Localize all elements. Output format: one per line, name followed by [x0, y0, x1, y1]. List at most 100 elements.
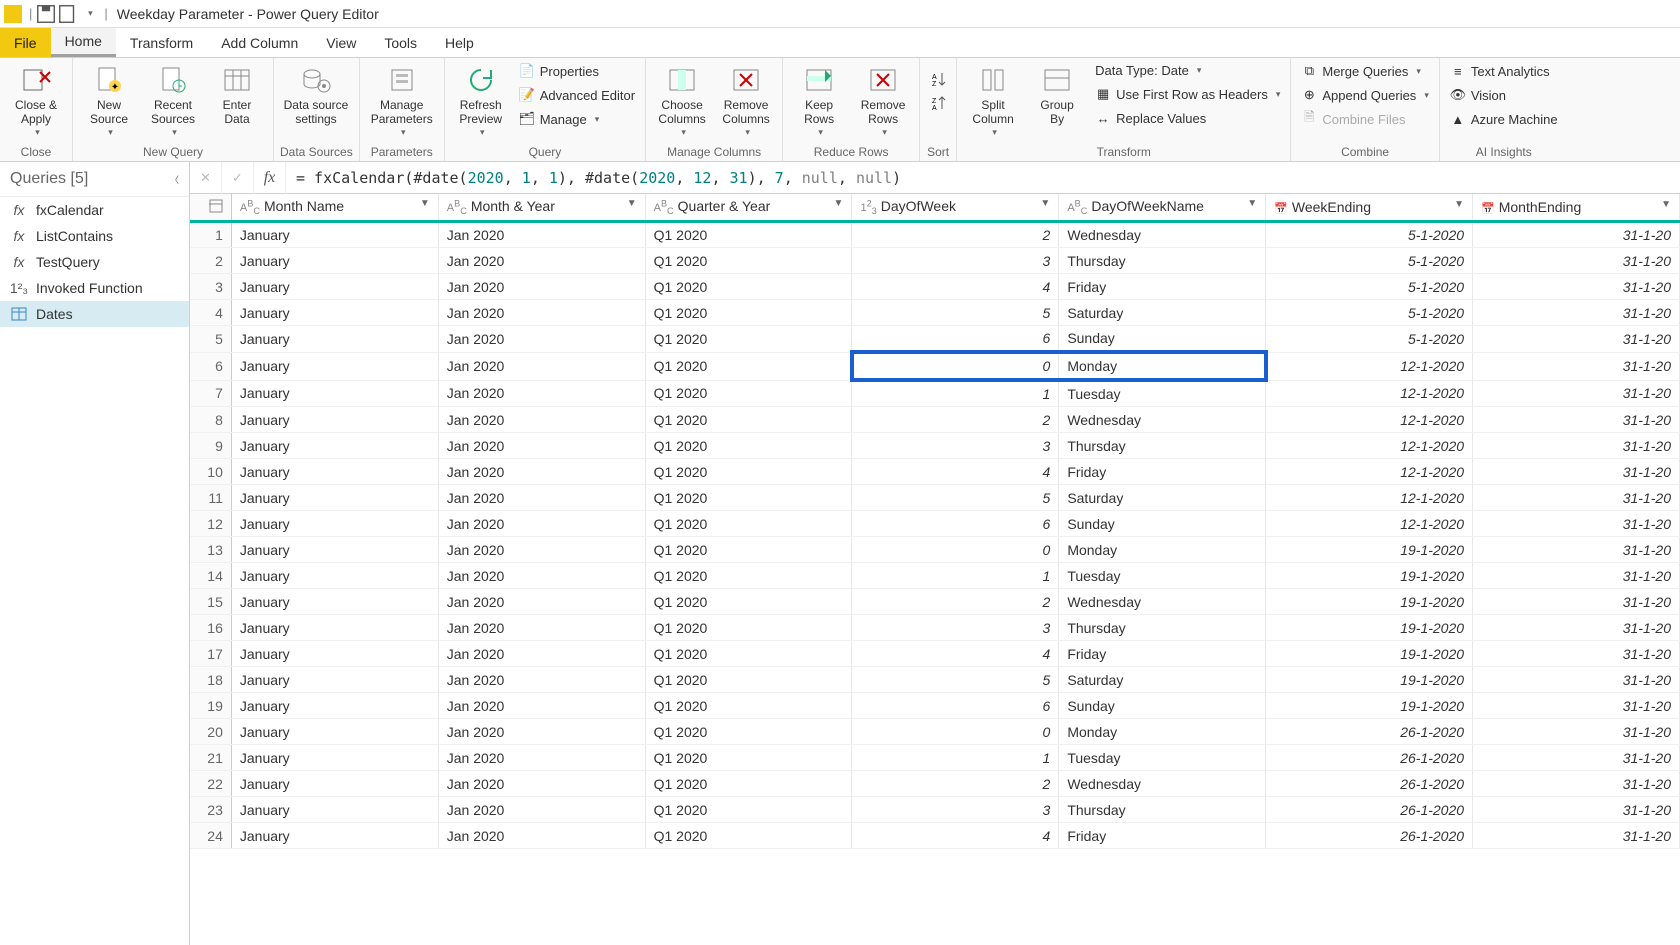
cell[interactable]: January	[231, 326, 438, 353]
cell[interactable]: 31-1-20	[1473, 693, 1680, 719]
cell[interactable]: 12-1-2020	[1266, 433, 1473, 459]
table-row[interactable]: 9JanuaryJan 2020Q1 20203Thursday12-1-202…	[190, 433, 1680, 459]
cell[interactable]: 4	[852, 459, 1059, 485]
cell[interactable]: 31-1-20	[1473, 459, 1680, 485]
cell[interactable]: Jan 2020	[438, 248, 645, 274]
cell[interactable]: 31-1-20	[1473, 537, 1680, 563]
row-number[interactable]: 6	[190, 352, 231, 380]
cell[interactable]: Thursday	[1059, 797, 1266, 823]
table-row[interactable]: 7JanuaryJan 2020Q1 20201Tuesday12-1-2020…	[190, 380, 1680, 407]
cell[interactable]: 0	[852, 719, 1059, 745]
cell[interactable]: 12-1-2020	[1266, 380, 1473, 407]
data-source-settings-button[interactable]: Data source settings	[280, 60, 352, 131]
cell[interactable]: January	[231, 300, 438, 326]
table-row[interactable]: 2JanuaryJan 2020Q1 20203Thursday5-1-2020…	[190, 248, 1680, 274]
cell[interactable]: January	[231, 693, 438, 719]
cell[interactable]: Jan 2020	[438, 537, 645, 563]
first-row-headers-button[interactable]: ▦Use First Row as Headers	[1091, 83, 1284, 105]
cell[interactable]: January	[231, 537, 438, 563]
table-row[interactable]: 16JanuaryJan 2020Q1 20203Thursday19-1-20…	[190, 615, 1680, 641]
cell[interactable]: Q1 2020	[645, 615, 852, 641]
cell[interactable]: January	[231, 380, 438, 407]
close-apply-button[interactable]: Close & Apply	[6, 60, 66, 141]
cell[interactable]: 31-1-20	[1473, 274, 1680, 300]
cell[interactable]: 3	[852, 433, 1059, 459]
cell[interactable]: 12-1-2020	[1266, 407, 1473, 433]
cell[interactable]: Q1 2020	[645, 771, 852, 797]
qat-dropdown-icon[interactable]: ▾	[79, 3, 101, 25]
cell[interactable]: 6	[852, 511, 1059, 537]
data-type-button[interactable]: Data Type: Date	[1091, 60, 1284, 81]
cell[interactable]: January	[231, 667, 438, 693]
cell[interactable]: 2	[852, 589, 1059, 615]
cell[interactable]: January	[231, 563, 438, 589]
recent-sources-button[interactable]: Recent Sources	[143, 60, 203, 141]
cell[interactable]: Thursday	[1059, 615, 1266, 641]
column-header-monthending[interactable]: 📅MonthEnding▼	[1473, 194, 1680, 222]
cell[interactable]: 26-1-2020	[1266, 719, 1473, 745]
cell[interactable]: Q1 2020	[645, 537, 852, 563]
tab-file[interactable]: File	[0, 28, 51, 57]
table-row[interactable]: 3JanuaryJan 2020Q1 20204Friday5-1-202031…	[190, 274, 1680, 300]
cell[interactable]: 26-1-2020	[1266, 771, 1473, 797]
table-row[interactable]: 13JanuaryJan 2020Q1 20200Monday19-1-2020…	[190, 537, 1680, 563]
cell[interactable]: Thursday	[1059, 248, 1266, 274]
cell[interactable]: Wednesday	[1059, 407, 1266, 433]
column-header-month-year[interactable]: ABCMonth & Year▼	[438, 194, 645, 222]
cell[interactable]: 19-1-2020	[1266, 563, 1473, 589]
cell[interactable]: January	[231, 641, 438, 667]
cell[interactable]: 2	[852, 407, 1059, 433]
row-number[interactable]: 10	[190, 459, 231, 485]
advanced-editor-button[interactable]: 📝Advanced Editor	[515, 84, 639, 106]
cell[interactable]: 5-1-2020	[1266, 248, 1473, 274]
column-filter-icon[interactable]: ▼	[1040, 198, 1050, 209]
undo-icon[interactable]	[57, 3, 79, 25]
cell[interactable]: 4	[852, 641, 1059, 667]
cell[interactable]: Jan 2020	[438, 407, 645, 433]
cell[interactable]: January	[231, 823, 438, 849]
cell[interactable]: Jan 2020	[438, 797, 645, 823]
cell[interactable]: Q1 2020	[645, 797, 852, 823]
tab-help[interactable]: Help	[431, 28, 488, 57]
column-header-quarter-year[interactable]: ABCQuarter & Year▼	[645, 194, 852, 222]
cell[interactable]: 5-1-2020	[1266, 326, 1473, 353]
cell[interactable]: 31-1-20	[1473, 615, 1680, 641]
cell[interactable]: 31-1-20	[1473, 641, 1680, 667]
cell[interactable]: 5-1-2020	[1266, 274, 1473, 300]
table-row[interactable]: 1JanuaryJan 2020Q1 20202Wednesday5-1-202…	[190, 222, 1680, 248]
cell[interactable]: Q1 2020	[645, 274, 852, 300]
cell[interactable]: 5-1-2020	[1266, 300, 1473, 326]
cell[interactable]: 5	[852, 667, 1059, 693]
table-row[interactable]: 14JanuaryJan 2020Q1 20201Tuesday19-1-202…	[190, 563, 1680, 589]
tab-view[interactable]: View	[312, 28, 370, 57]
cell[interactable]: Sunday	[1059, 326, 1266, 353]
collapse-pane-icon[interactable]: 〈	[170, 173, 179, 186]
cell[interactable]: 3	[852, 615, 1059, 641]
cell[interactable]: 26-1-2020	[1266, 823, 1473, 849]
row-number[interactable]: 15	[190, 589, 231, 615]
column-filter-icon[interactable]: ▼	[420, 198, 430, 209]
cell[interactable]: 5-1-2020	[1266, 222, 1473, 248]
column-filter-icon[interactable]: ▼	[627, 198, 637, 209]
cell[interactable]: January	[231, 274, 438, 300]
cell[interactable]: 31-1-20	[1473, 352, 1680, 380]
cell[interactable]: January	[231, 797, 438, 823]
row-number[interactable]: 4	[190, 300, 231, 326]
cell[interactable]: 31-1-20	[1473, 745, 1680, 771]
row-number[interactable]: 18	[190, 667, 231, 693]
table-row[interactable]: 4JanuaryJan 2020Q1 20205Saturday5-1-2020…	[190, 300, 1680, 326]
cell[interactable]: 31-1-20	[1473, 380, 1680, 407]
cell[interactable]: Jan 2020	[438, 274, 645, 300]
cell[interactable]: January	[231, 352, 438, 380]
cell[interactable]: 2	[852, 222, 1059, 248]
new-source-button[interactable]: ✦ New Source	[79, 60, 139, 141]
cell[interactable]: Q1 2020	[645, 719, 852, 745]
cell[interactable]: 0	[852, 537, 1059, 563]
sort-asc-button[interactable]: AZ	[926, 68, 950, 90]
query-item-testquery[interactable]: fxTestQuery	[0, 249, 189, 275]
column-filter-icon[interactable]: ▼	[1454, 199, 1464, 210]
table-corner[interactable]	[190, 194, 231, 222]
cell[interactable]: Jan 2020	[438, 563, 645, 589]
cell[interactable]: Tuesday	[1059, 745, 1266, 771]
cell[interactable]: Jan 2020	[438, 222, 645, 248]
